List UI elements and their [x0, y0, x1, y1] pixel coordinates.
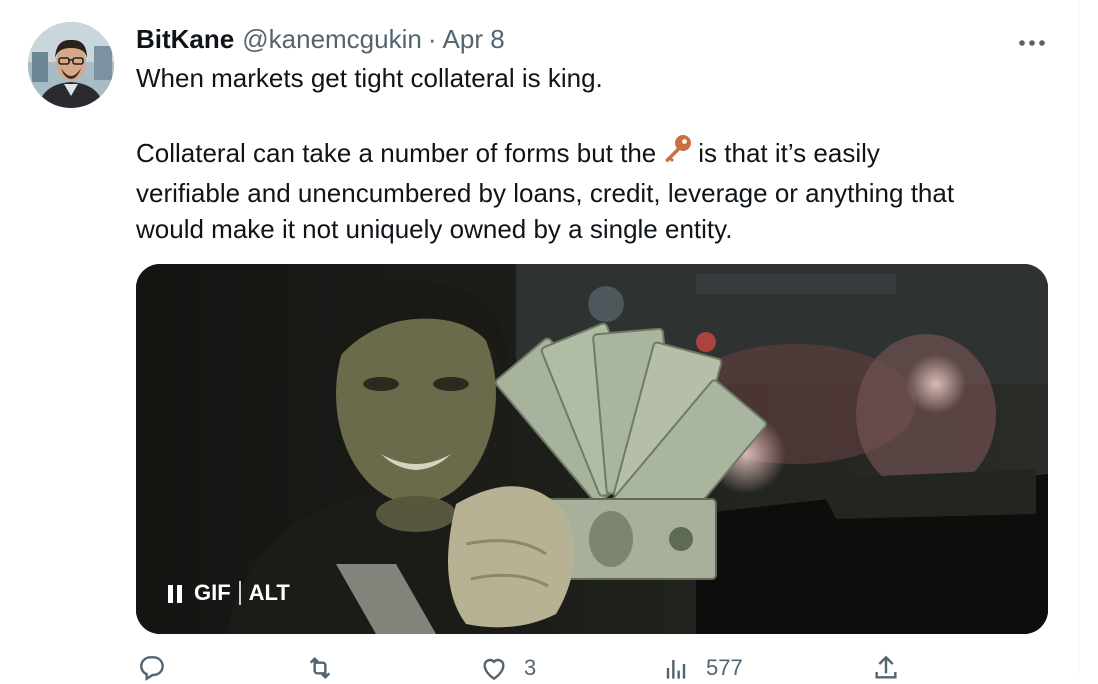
like-count: 3: [524, 655, 537, 680]
tweet-actions: 3 577: [136, 652, 906, 682]
more-icon: [1019, 40, 1045, 46]
avatar[interactable]: [28, 22, 114, 108]
gif-controls-divider: [238, 581, 241, 605]
author-name[interactable]: BitKane: [136, 24, 234, 55]
header-separator: ·: [427, 24, 437, 54]
gif-label: GIF: [194, 580, 231, 605]
share-icon: [875, 655, 897, 679]
gif-controls: GIF ALT: [166, 578, 290, 608]
analytics-icon: [666, 660, 686, 679]
like-button[interactable]: 3: [478, 652, 536, 684]
retweet-button[interactable]: [304, 652, 350, 684]
tweet-line-2-start: Collateral can take a number of forms bu…: [136, 138, 657, 168]
alt-text-button[interactable]: ALT: [249, 580, 290, 606]
share-button[interactable]: [870, 652, 916, 684]
views-button[interactable]: 577: [660, 652, 743, 684]
author-handle[interactable]: @kanemcgukin: [242, 24, 422, 55]
more-options-button[interactable]: [1012, 24, 1052, 54]
tweet-header: BitKane @kanemcgukin · Apr 8: [136, 24, 505, 56]
timeline-column-border: [1078, 0, 1079, 675]
avatar-photo: [28, 22, 114, 108]
tweet-line-2-end: is that it’s easily: [698, 138, 880, 168]
reply-button[interactable]: [136, 652, 182, 684]
retweet-icon: [309, 656, 331, 680]
pause-icon[interactable]: [166, 583, 184, 603]
tweet-line-4: would make it not uniquely owned by a si…: [136, 214, 733, 244]
heart-icon: [483, 658, 505, 681]
tweet-line-1: When markets get tight collateral is kin…: [136, 63, 603, 93]
views-count: 577: [706, 655, 743, 680]
tweet-line-2: Collateral can take a number of forms bu…: [136, 132, 1036, 175]
key-icon: [660, 132, 694, 175]
tweet-text: When markets get tight collateral is kin…: [136, 60, 1036, 247]
reply-icon: [140, 656, 164, 681]
tweet-line-3: verifiable and unencumbered by loans, cr…: [136, 178, 955, 208]
tweet-date[interactable]: Apr 8: [443, 24, 505, 55]
